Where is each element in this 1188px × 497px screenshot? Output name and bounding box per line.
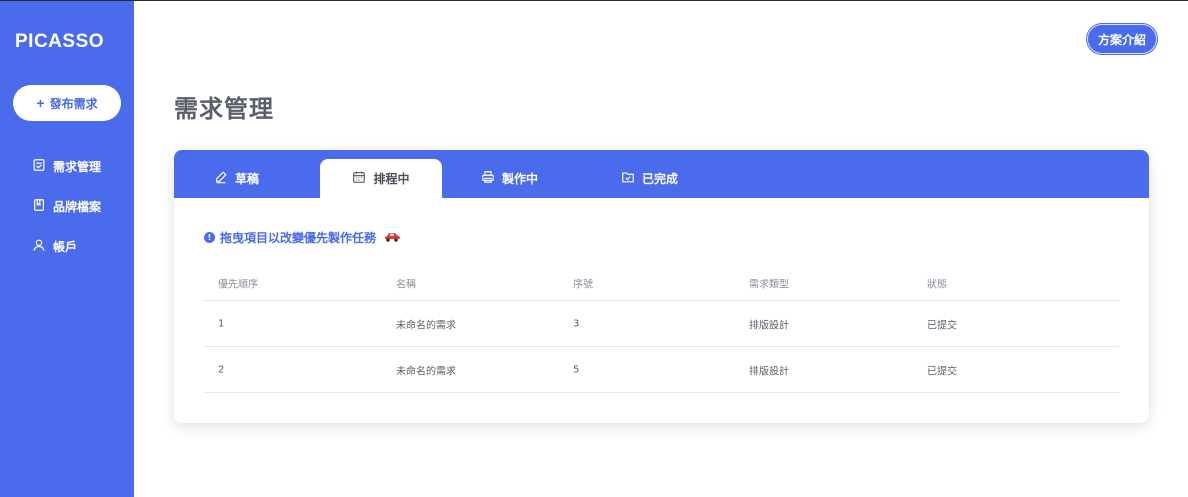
tab-label: 排程中	[373, 172, 410, 186]
tab-label: 製作中	[502, 172, 539, 186]
sidebar-item-label: 品牌檔案	[53, 200, 102, 214]
cell-serial: 3	[573, 318, 580, 329]
app-logo: PICASSO	[15, 31, 105, 52]
plus-icon: +	[36, 95, 45, 111]
column-header-name[interactable]: 名稱	[396, 276, 416, 291]
sidebar-item-brand-files[interactable]: 品牌檔案	[32, 198, 101, 215]
cell-status: 已提交	[927, 320, 957, 331]
clipboard-icon	[32, 158, 46, 175]
tab-label: 草稿	[235, 172, 260, 186]
tab-drafts[interactable]: 草稿	[214, 159, 259, 198]
pencil-icon	[214, 170, 228, 187]
status-tabs: 草稿 排程中 製作中 已完成	[174, 150, 1149, 198]
printer-icon	[481, 170, 495, 187]
cell-name: 未命名的需求	[396, 366, 456, 377]
sidebar-item-label: 帳戶	[53, 240, 78, 254]
table-row[interactable]: 1 未命名的需求 3 排版設計 已提交	[204, 301, 1119, 347]
user-icon	[32, 238, 46, 255]
table-header-row: 優先順序 名稱 序號 需求類型 狀態	[204, 266, 1119, 301]
column-header-priority[interactable]: 優先順序	[218, 276, 258, 291]
cell-serial: 5	[573, 364, 580, 375]
cell-type: 排版設計	[749, 320, 789, 331]
calendar-icon	[352, 170, 366, 187]
cell-status: 已提交	[927, 366, 957, 377]
sidebar: PICASSO + 發布需求 需求管理 品牌檔案 帳戶	[0, 1, 134, 497]
sidebar-item-requests[interactable]: 需求管理	[32, 158, 101, 175]
requests-table: 優先順序 名稱 序號 需求類型 狀態 1 未命名的需求 3 排版設計 已提交 2…	[204, 266, 1119, 393]
drag-hint: ! 拖曳項目以改變優先製作任務	[204, 229, 400, 246]
tab-scheduled[interactable]: 排程中	[320, 159, 442, 198]
cell-name: 未命名的需求	[396, 320, 456, 331]
publish-request-button[interactable]: + 發布需求	[13, 85, 121, 121]
cell-type: 排版設計	[749, 366, 789, 377]
plan-intro-button[interactable]: 方案介紹	[1086, 24, 1157, 54]
sidebar-item-account[interactable]: 帳戶	[32, 238, 77, 255]
sidebar-item-label: 需求管理	[53, 160, 102, 174]
column-header-type[interactable]: 需求類型	[749, 276, 789, 291]
table-row[interactable]: 2 未命名的需求 5 排版設計 已提交	[204, 347, 1119, 393]
cell-priority: 1	[218, 318, 225, 329]
tab-in-production[interactable]: 製作中	[481, 159, 538, 198]
book-icon	[32, 198, 46, 215]
tab-completed[interactable]: 已完成	[621, 159, 678, 198]
folder-check-icon	[621, 170, 635, 187]
publish-request-label: 發布需求	[49, 96, 98, 111]
column-header-status[interactable]: 狀態	[927, 276, 947, 291]
page-title: 需求管理	[174, 95, 274, 123]
tab-label: 已完成	[642, 172, 679, 186]
cell-priority: 2	[218, 364, 225, 375]
drag-hint-text: 拖曳項目以改變優先製作任務	[220, 231, 377, 245]
requests-card: 草稿 排程中 製作中 已完成 ! 拖曳項目以改變優先製作任務 優先順序 名稱 序…	[174, 150, 1149, 423]
info-icon: !	[204, 232, 215, 243]
car-icon	[384, 232, 400, 243]
column-header-serial[interactable]: 序號	[573, 276, 593, 291]
